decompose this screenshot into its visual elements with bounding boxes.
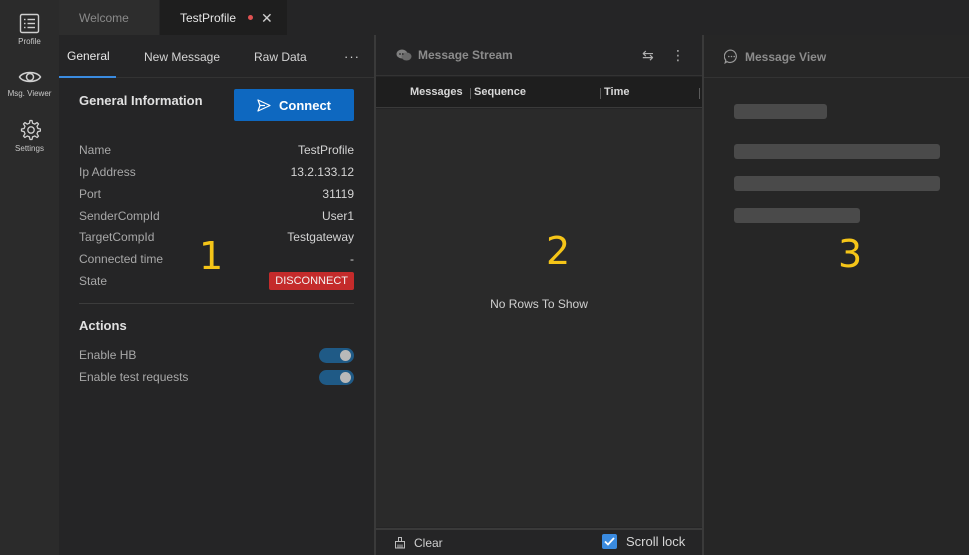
action-label: Enable test requests [79, 370, 189, 384]
field-value: User1 [321, 209, 354, 223]
tab-general[interactable]: General [59, 35, 116, 78]
activity-item-msg-viewer[interactable]: Msg. Viewer [0, 68, 59, 98]
message-grid: 2 No Rows To Show [376, 109, 702, 527]
message-stream-footer: Clear Scroll lock [376, 528, 702, 555]
connect-button[interactable]: Connect [234, 89, 354, 121]
profile-tabs: General New Message Raw Data ··· [59, 35, 374, 78]
chat-bubbles-icon [396, 49, 412, 61]
grid-header: Messages Sequence Time [376, 77, 702, 108]
activity-label-msg-viewer: Msg. Viewer [7, 89, 52, 98]
column-header-time[interactable]: Time [604, 86, 629, 98]
tab-testprofile[interactable]: TestProfile ✕ [160, 0, 287, 35]
field-ip-address: Ip Address 13.2.133.12 [79, 164, 354, 180]
broom-icon [395, 537, 405, 549]
tab-welcome[interactable]: Welcome [59, 0, 159, 35]
region-marker-1: 1 [199, 234, 224, 278]
tab-raw-data[interactable]: Raw Data [254, 35, 307, 78]
field-port: Port 31119 [79, 186, 354, 202]
message-view-title-text: Message View [745, 49, 827, 64]
field-label: Port [79, 187, 102, 201]
list-icon [19, 13, 40, 34]
field-label: Name [79, 143, 112, 157]
field-sender-comp-id: SenderCompId User1 [79, 208, 354, 224]
enable-test-requests-toggle[interactable] [319, 369, 354, 385]
close-icon[interactable]: ✕ [261, 11, 273, 25]
checkmark-icon [602, 534, 617, 549]
profile-panel: General New Message Raw Data ··· General… [59, 35, 374, 555]
activity-item-settings[interactable]: Settings [0, 119, 59, 153]
field-name: Name TestProfile [79, 142, 354, 158]
unsaved-dot-icon [248, 15, 254, 20]
skeleton-line [734, 104, 827, 119]
field-label: SenderCompId [79, 209, 160, 223]
column-header-sequence[interactable]: Sequence [474, 86, 526, 98]
field-value: 13.2.133.12 [290, 165, 354, 179]
message-view-header: Message View [704, 35, 969, 78]
activity-bar: Profile Msg. Viewer Settings [0, 0, 59, 555]
editor-tab-bar: Welcome TestProfile ✕ [59, 0, 969, 35]
kebab-menu-icon[interactable]: ⋮ [671, 47, 685, 64]
action-label: Enable HB [79, 348, 137, 362]
region-marker-2: 2 [546, 229, 571, 273]
message-stream-title: Message Stream [396, 48, 513, 62]
skeleton-line [734, 144, 940, 159]
eye-icon [18, 71, 41, 83]
message-view-title: Message View [724, 49, 826, 64]
send-icon [257, 98, 271, 112]
tab-welcome-label: Welcome [79, 10, 129, 25]
tab-new-message[interactable]: New Message [144, 35, 220, 78]
message-stream-panel: Message Stream ⇆ ⋮ Messages Sequence Tim… [376, 35, 702, 555]
disconnect-badge[interactable]: DISCONNECT [269, 272, 354, 290]
field-label: State [79, 274, 108, 288]
clear-label: Clear [414, 536, 443, 550]
action-enable-test-requests: Enable test requests [79, 369, 354, 385]
column-resize-handle[interactable] [600, 88, 601, 99]
field-label: Ip Address [79, 165, 136, 179]
gear-icon [20, 119, 41, 141]
message-view-panel: Message View 3 [704, 35, 969, 555]
enable-hb-toggle[interactable] [319, 347, 354, 363]
skeleton-line [734, 208, 860, 223]
speech-bubble-icon [724, 49, 737, 64]
activity-item-profile[interactable]: Profile [0, 13, 59, 46]
divider [79, 303, 354, 304]
field-value: - [350, 252, 354, 266]
more-tabs-icon[interactable]: ··· [344, 35, 360, 78]
field-value: Testgateway [287, 230, 354, 244]
connect-label: Connect [279, 97, 331, 113]
swap-arrows-icon[interactable]: ⇆ [642, 47, 654, 64]
field-label: Connected time [79, 252, 164, 266]
actions-heading: Actions [79, 318, 127, 333]
action-enable-hb: Enable HB [79, 347, 354, 363]
scroll-lock-checkbox[interactable]: Scroll lock [602, 534, 685, 549]
scroll-lock-label: Scroll lock [626, 534, 686, 549]
activity-label-profile: Profile [18, 37, 41, 46]
field-label: TargetCompId [79, 230, 155, 244]
field-value: 31119 [322, 187, 354, 201]
region-marker-3: 3 [838, 232, 863, 276]
message-stream-header: Message Stream ⇆ ⋮ [376, 35, 702, 76]
skeleton-line [734, 176, 940, 191]
activity-label-settings: Settings [15, 144, 44, 153]
column-resize-handle[interactable] [470, 88, 471, 99]
column-header-messages[interactable]: Messages [410, 86, 463, 98]
tab-testprofile-label: TestProfile [180, 10, 237, 25]
clear-button[interactable]: Clear [394, 536, 443, 550]
general-information-heading: General Information [79, 93, 203, 108]
message-stream-title-text: Message Stream [418, 48, 513, 62]
field-value: TestProfile [297, 143, 354, 157]
empty-state-text: No Rows To Show [490, 297, 588, 311]
column-resize-handle[interactable] [699, 88, 700, 99]
